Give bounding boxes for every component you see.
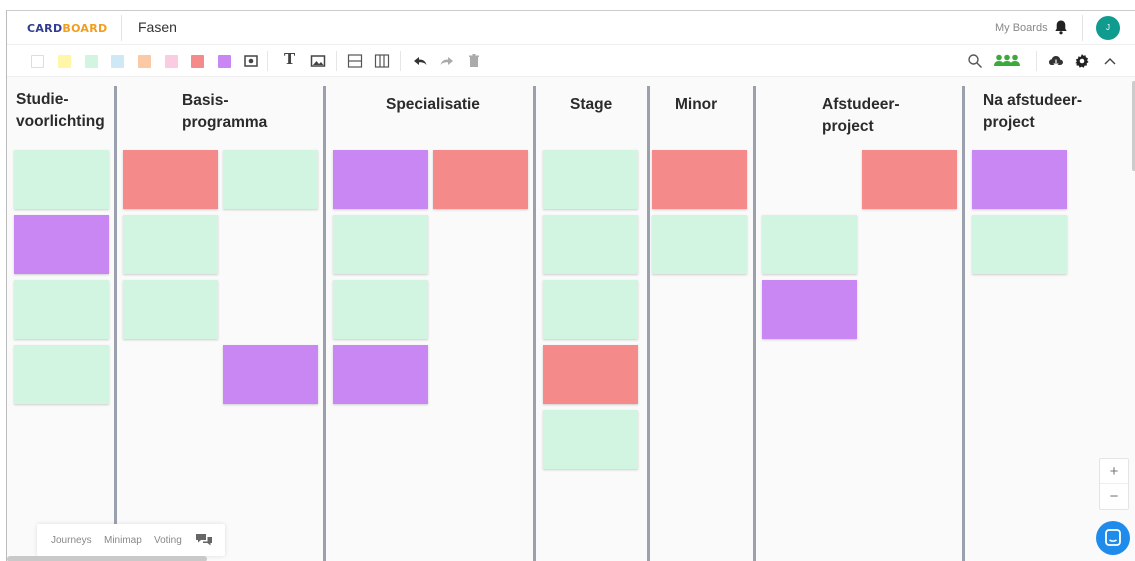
- card-green[interactable]: [333, 215, 428, 274]
- camera-icon[interactable]: [243, 53, 259, 69]
- card-green[interactable]: [123, 215, 218, 274]
- card-red[interactable]: [433, 150, 528, 209]
- users-icon[interactable]: [993, 53, 1021, 69]
- app-window: CARDBOARD Fasen My Boards J T Studie- vo…: [6, 10, 1135, 561]
- logo-part-card: CARD: [27, 22, 63, 35]
- card-purple[interactable]: [333, 345, 428, 404]
- color-swatch-yellow[interactable]: [58, 55, 71, 68]
- search-icon[interactable]: [967, 53, 983, 69]
- header-divider: [1082, 15, 1083, 41]
- card-red[interactable]: [862, 150, 957, 209]
- column-title-line: Studie-: [16, 91, 69, 108]
- column-title-line: Specialisatie: [386, 96, 480, 113]
- toolbar-divider: [267, 51, 268, 71]
- minimap-button[interactable]: Minimap: [104, 535, 142, 546]
- column-title-line: Afstudeer-: [822, 96, 900, 113]
- text-icon[interactable]: T: [284, 50, 295, 68]
- card-green[interactable]: [543, 280, 638, 339]
- image-icon[interactable]: [310, 53, 326, 69]
- color-swatch-red[interactable]: [191, 55, 204, 68]
- toolbar-divider: [400, 51, 401, 71]
- card-green[interactable]: [652, 215, 747, 274]
- comments-icon[interactable]: [195, 533, 213, 547]
- column-title-line: project: [983, 114, 1035, 131]
- bottom-panel: Journeys Minimap Voting: [37, 524, 225, 556]
- column-title-minor[interactable]: Minor: [675, 94, 717, 116]
- chevron-up-icon[interactable]: [1102, 53, 1118, 69]
- color-swatch-orange[interactable]: [138, 55, 151, 68]
- logo-part-board: BOARD: [62, 22, 108, 35]
- split-horizontal-icon[interactable]: [347, 53, 363, 69]
- zoom-in-button[interactable]: +: [1100, 459, 1128, 484]
- color-swatch-white[interactable]: [31, 55, 44, 68]
- column-title-stage[interactable]: Stage: [570, 94, 612, 116]
- horizontal-scrollbar[interactable]: [7, 556, 207, 561]
- trash-icon[interactable]: [466, 53, 482, 69]
- card-green[interactable]: [543, 410, 638, 469]
- toolbar-divider: [336, 51, 337, 71]
- column-divider[interactable]: [753, 86, 756, 561]
- redo-icon[interactable]: [439, 53, 455, 69]
- zoom-controls: + −: [1099, 458, 1129, 510]
- card-green[interactable]: [14, 150, 109, 209]
- column-title-na-afstudeerproject[interactable]: Na afstudeer- project: [983, 90, 1082, 134]
- board-title[interactable]: Fasen: [138, 19, 177, 35]
- column-divider[interactable]: [962, 86, 965, 561]
- split-vertical-icon[interactable]: [374, 53, 390, 69]
- column-title-basisprogramma[interactable]: Basis- programma: [182, 90, 267, 134]
- card-purple[interactable]: [14, 215, 109, 274]
- card-red[interactable]: [543, 345, 638, 404]
- card-green[interactable]: [762, 215, 857, 274]
- chat-icon: [1105, 529, 1121, 546]
- color-swatch-purple[interactable]: [218, 55, 231, 68]
- voting-button[interactable]: Voting: [154, 535, 182, 546]
- cardboard-logo[interactable]: CARDBOARD: [27, 22, 107, 35]
- toolbar: T: [7, 45, 1135, 77]
- column-divider[interactable]: [114, 86, 117, 561]
- card-green[interactable]: [543, 150, 638, 209]
- cloud-icon[interactable]: [1048, 53, 1064, 69]
- card-green[interactable]: [14, 280, 109, 339]
- column-title-afstudeerproject[interactable]: Afstudeer- project: [822, 94, 900, 138]
- card-green[interactable]: [123, 280, 218, 339]
- column-divider[interactable]: [647, 86, 650, 561]
- card-red[interactable]: [652, 150, 747, 209]
- color-swatch-pink[interactable]: [165, 55, 178, 68]
- card-green[interactable]: [14, 345, 109, 404]
- card-purple[interactable]: [972, 150, 1067, 209]
- column-title-line: Minor: [675, 96, 718, 113]
- board-canvas[interactable]: Studie- voorlichting Basis- programma Sp…: [7, 78, 1135, 561]
- bell-icon[interactable]: [1053, 19, 1069, 35]
- card-red[interactable]: [123, 150, 218, 209]
- card-purple[interactable]: [223, 345, 318, 404]
- card-green[interactable]: [223, 150, 318, 209]
- column-title-line: project: [822, 118, 874, 135]
- card-purple[interactable]: [333, 150, 428, 209]
- card-green[interactable]: [972, 215, 1067, 274]
- card-purple[interactable]: [762, 280, 857, 339]
- chat-button[interactable]: [1096, 521, 1130, 555]
- toolbar-divider: [1036, 51, 1037, 71]
- column-divider[interactable]: [323, 86, 326, 561]
- undo-icon[interactable]: [412, 53, 428, 69]
- color-swatch-blue[interactable]: [111, 55, 124, 68]
- card-green[interactable]: [333, 280, 428, 339]
- journeys-button[interactable]: Journeys: [51, 535, 92, 546]
- column-title-line: programma: [182, 114, 268, 131]
- header-divider: [121, 15, 122, 41]
- avatar[interactable]: J: [1096, 16, 1120, 40]
- zoom-out-button[interactable]: −: [1100, 484, 1128, 509]
- header-bar: CARDBOARD Fasen My Boards J: [7, 11, 1135, 45]
- column-divider[interactable]: [533, 86, 536, 561]
- column-title-line: Stage: [570, 96, 613, 113]
- column-title-line: Na afstudeer-: [983, 92, 1083, 109]
- column-title-line: voorlichting: [16, 113, 105, 130]
- gear-icon[interactable]: [1074, 53, 1090, 69]
- column-title-line: Basis-: [182, 92, 229, 109]
- my-boards-link[interactable]: My Boards: [995, 22, 1048, 34]
- column-title-specialisatie[interactable]: Specialisatie: [386, 94, 480, 116]
- color-swatch-green[interactable]: [85, 55, 98, 68]
- card-green[interactable]: [543, 215, 638, 274]
- column-title-studievoorlichting[interactable]: Studie- voorlichting: [16, 89, 105, 133]
